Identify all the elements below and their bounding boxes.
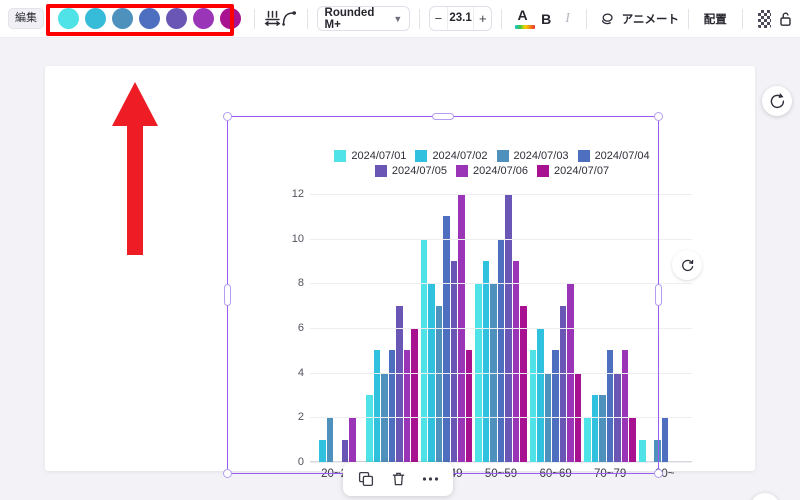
color-swatch-3[interactable] (112, 8, 133, 29)
color-swatch-2[interactable] (85, 8, 106, 29)
arrange-button[interactable]: 配置 (704, 11, 727, 27)
resize-handle-top-left[interactable] (223, 112, 232, 121)
text-color-letter: A (517, 6, 528, 23)
curve-point-icon[interactable] (281, 8, 298, 30)
object-action-bar[interactable] (343, 462, 453, 496)
resize-handle-bottom-right[interactable] (654, 469, 663, 478)
toolbar-divider (419, 8, 421, 29)
color-swatch-4[interactable] (139, 8, 160, 29)
bar (661, 417, 668, 462)
resize-handle-right[interactable] (655, 284, 662, 306)
color-swatch-palette[interactable] (54, 5, 245, 32)
toolbar-divider (741, 8, 743, 29)
toolbar-divider (254, 8, 255, 29)
color-swatch-5[interactable] (166, 8, 187, 29)
edit-button[interactable]: 編集 (8, 8, 44, 29)
toolbar-divider (306, 8, 308, 29)
top-toolbar: 編集 Rounded M+ ▼ − 23.1 + A B I アニメート 配置 (0, 0, 800, 38)
font-family-select[interactable]: Rounded M+ ▼ (316, 6, 411, 31)
toolbar-divider (585, 8, 587, 29)
align-distribute-icon[interactable] (264, 8, 281, 30)
duplicate-icon[interactable] (357, 470, 375, 488)
animate-label: アニメート (621, 13, 679, 26)
text-color-gradient-bar (514, 24, 535, 29)
magic-sparkle-button[interactable] (750, 493, 780, 500)
font-size-increase-button[interactable]: + (474, 7, 491, 30)
red-up-arrow (110, 80, 160, 255)
color-swatch-7[interactable] (220, 8, 241, 29)
selection-frame[interactable] (223, 112, 663, 478)
italic-button[interactable]: I (565, 11, 570, 27)
resize-handle-left[interactable] (224, 284, 231, 306)
font-size-value[interactable]: 23.1 (446, 7, 475, 30)
chevron-down-icon: ▼ (393, 13, 403, 24)
animate-icon (596, 8, 618, 30)
trash-icon[interactable] (389, 470, 407, 488)
resize-handle-top-right[interactable] (654, 112, 663, 121)
app-window: 編集 Rounded M+ ▼ − 23.1 + A B I アニメート 配置 … (0, 0, 800, 500)
more-horizontal-icon[interactable] (421, 470, 439, 488)
color-swatch-6[interactable] (193, 8, 214, 29)
transparency-checker-icon[interactable] (757, 9, 772, 28)
bold-button[interactable]: B (541, 11, 551, 27)
text-color-button[interactable]: A (514, 6, 535, 30)
lock-icon[interactable] (777, 8, 794, 30)
font-family-value: Rounded M+ (324, 6, 375, 31)
canvas-area[interactable]: 2024/07/01 2024/07/02 2024/07/03 2024/07/04… (0, 38, 800, 500)
toolbar-divider (687, 8, 689, 29)
rotate-button[interactable] (672, 250, 702, 280)
font-size-stepper[interactable]: − 23.1 + (429, 6, 493, 31)
animate-button[interactable]: アニメート (596, 8, 679, 30)
color-swatch-1[interactable] (58, 8, 79, 29)
resize-handle-top[interactable] (432, 113, 454, 120)
comment-add-button[interactable] (762, 86, 792, 116)
font-size-decrease-button[interactable]: − (430, 7, 447, 30)
resize-handle-bottom-left[interactable] (223, 469, 232, 478)
toolbar-divider (501, 8, 502, 29)
